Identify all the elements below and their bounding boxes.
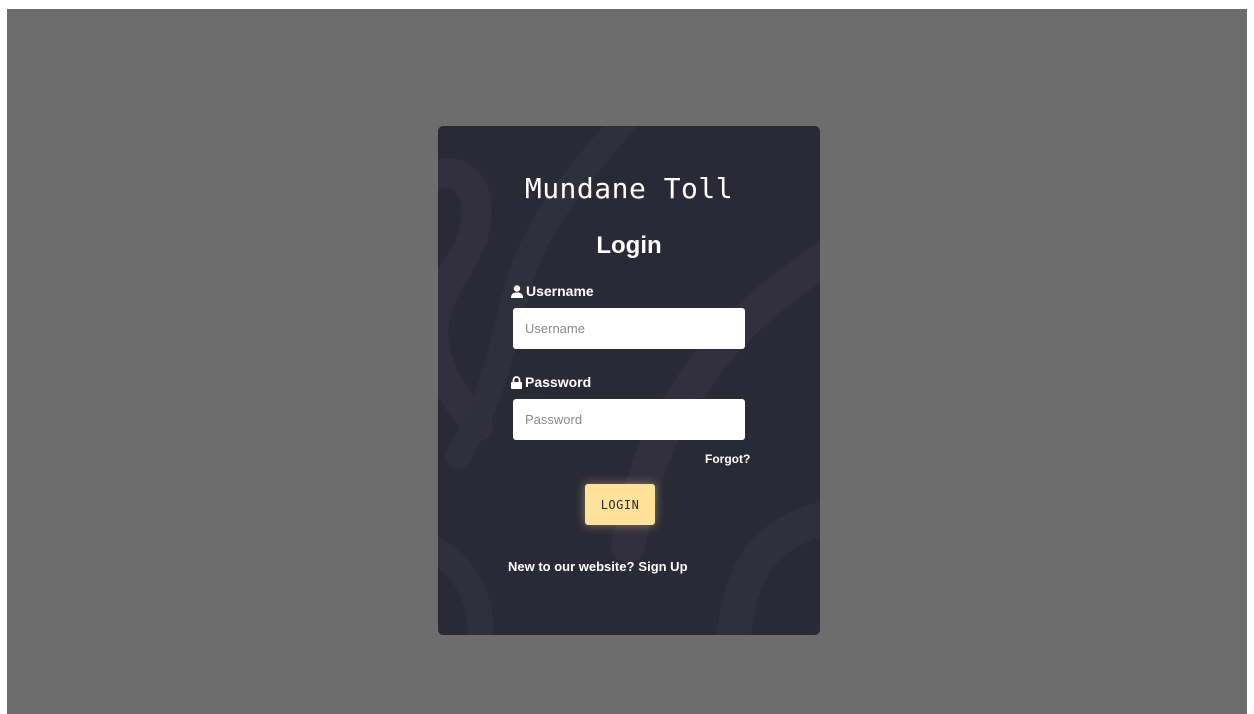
lock-icon [511, 375, 522, 389]
page-title: Login [596, 232, 662, 259]
username-label: Username [511, 283, 594, 299]
username-input[interactable] [513, 308, 745, 349]
signup-link[interactable]: Sign Up [638, 559, 687, 574]
login-button[interactable]: LOGIN [585, 484, 655, 525]
password-label: Password [511, 374, 591, 390]
page-background: Mundane Toll Login Username Password For… [7, 9, 1247, 714]
forgot-password-link[interactable]: Forgot? [705, 452, 750, 466]
user-icon [511, 284, 523, 298]
password-input[interactable] [513, 399, 745, 440]
password-label-text: Password [525, 374, 592, 390]
login-card: Mundane Toll Login Username Password For… [438, 126, 820, 635]
signup-row: New to our website? Sign Up [508, 559, 688, 574]
username-label-text: Username [526, 283, 594, 299]
signup-prompt: New to our website? [508, 559, 635, 574]
brand-title: Mundane Toll [524, 172, 734, 205]
